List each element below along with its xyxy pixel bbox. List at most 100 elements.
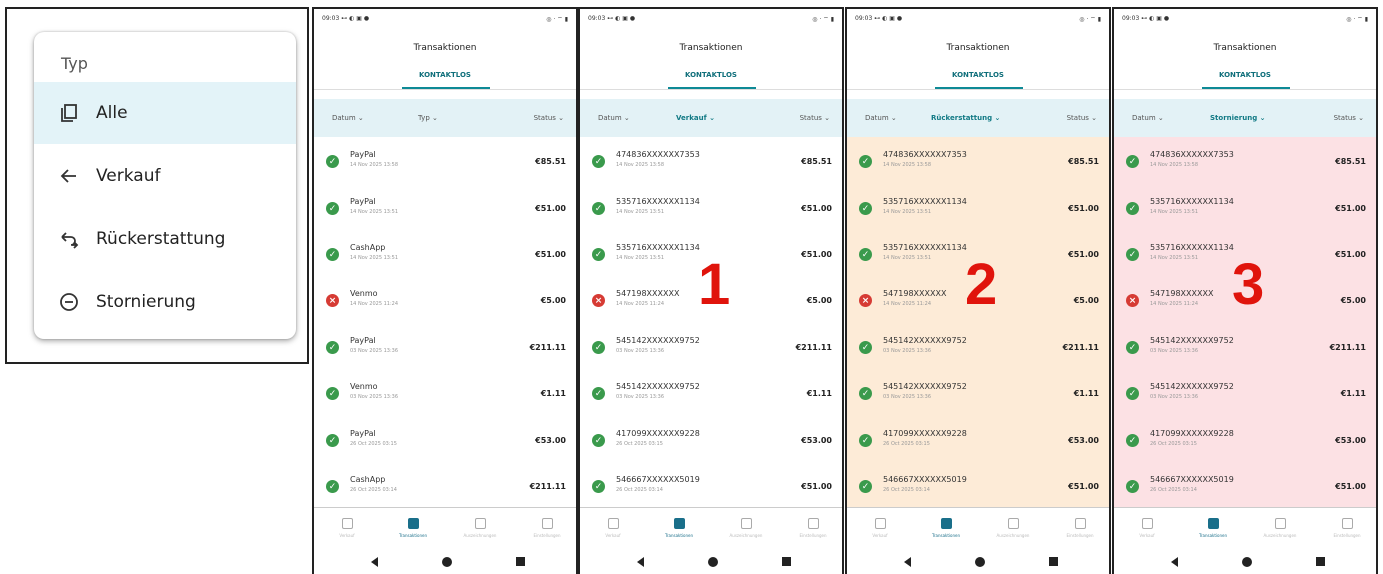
home-icon[interactable] [708,557,718,567]
check-circle-icon: ✓ [859,202,872,215]
check-circle-icon: ✓ [326,341,339,354]
date-filter[interactable]: Datum ⌄ [865,114,897,122]
transaction-row[interactable]: ✓ Venmo 03 Nov 2025 13:36 €1.11 [314,373,576,419]
transaction-date: 14 Nov 2025 11:24 [350,301,399,307]
transaction-row[interactable]: ✓ CashApp 14 Nov 2025 13:51 €51.00 [314,234,576,280]
status-filter[interactable]: Status ⌄ [1067,114,1097,122]
transaction-row[interactable]: ✓ 545142XXXXXX9752 03 Nov 2025 13:36 €1.… [580,373,842,419]
type-filter[interactable]: Typ ⌄ [418,114,438,122]
transaction-row[interactable]: ✓ 417099XXXXXX9228 26 Oct 2025 03:15 €53… [1114,420,1376,466]
transaction-amount: €51.00 [801,250,832,259]
nav-item[interactable]: Auszeichnungen [713,508,779,548]
tab-kontaktlos[interactable]: KONTAKTLOS [314,71,576,79]
transaction-row[interactable]: ✓ 545142XXXXXX9752 03 Nov 2025 13:36 €1.… [847,373,1109,419]
page-title: Transaktionen [413,43,477,53]
transaction-amount: €85.51 [1335,157,1366,166]
transaction-row[interactable]: ✓ PayPal 14 Nov 2025 13:51 €51.00 [314,188,576,234]
tab-kontaktlos[interactable]: KONTAKTLOS [580,71,842,79]
transaction-row[interactable]: ✓ PayPal 14 Nov 2025 13:58 €85.51 [314,141,576,187]
transaction-date: 14 Nov 2025 13:58 [883,162,932,168]
transaction-row[interactable]: ✓ 545142XXXXXX9752 03 Nov 2025 13:36 €21… [1114,327,1376,373]
transaction-date: 26 Oct 2025 03:15 [1150,441,1197,447]
status-bar-left: 09:03 ⊷ ◐ ▣ ● [1122,15,1170,22]
transaction-row[interactable]: ✓ PayPal 26 Oct 2025 03:15 €53.00 [314,420,576,466]
nav-item[interactable]: Einstellungen [514,508,576,548]
date-filter[interactable]: Datum ⌄ [598,114,630,122]
menu-item-stornierung[interactable]: Stornierung [34,271,296,333]
transaction-row[interactable]: ✓ 546667XXXXXX5019 26 Oct 2025 03:14 €51… [580,466,842,512]
nav-item[interactable]: Transaktionen [380,508,446,548]
transaction-row[interactable]: ✓ 535716XXXXXX1134 14 Nov 2025 13:51 €51… [1114,188,1376,234]
type-filter[interactable]: Verkauf ⌄ [676,114,715,122]
transaction-row[interactable]: ✓ 474836XXXXXX7353 14 Nov 2025 13:58 €85… [580,141,842,187]
transaction-row[interactable]: ✓ 474836XXXXXX7353 14 Nov 2025 13:58 €85… [1114,141,1376,187]
back-icon[interactable] [637,557,644,567]
home-icon[interactable] [442,557,452,567]
check-circle-icon: ✓ [326,248,339,261]
nav-item[interactable]: Verkauf [1114,508,1180,548]
home-icon[interactable] [975,557,985,567]
nav-item[interactable]: Transaktionen [913,508,979,548]
transaction-amount: €1.11 [1340,389,1366,398]
transaction-row[interactable]: ✓ 474836XXXXXX7353 14 Nov 2025 13:58 €85… [847,141,1109,187]
recents-icon[interactable] [1316,557,1325,566]
transaction-amount: €5.00 [540,296,566,305]
nav-item[interactable]: Einstellungen [780,508,842,548]
tab-kontaktlos[interactable]: KONTAKTLOS [847,71,1109,79]
status-bar: 09:03 ⊷ ◐ ▣ ● ◎ · ⌔ ▮ [1114,9,1376,31]
nav-item[interactable]: Einstellungen [1314,508,1376,548]
check-circle-icon: ✓ [592,480,605,493]
transaction-date: 14 Nov 2025 13:58 [616,162,665,168]
check-circle-icon: ✓ [1126,480,1139,493]
transaction-name: 535716XXXXXX1134 [883,243,967,252]
type-filter[interactable]: Stornierung ⌄ [1210,114,1266,122]
transaction-row[interactable]: ✓ 545142XXXXXX9752 03 Nov 2025 13:36 €1.… [1114,373,1376,419]
transaction-row[interactable]: ✓ 417099XXXXXX9228 26 Oct 2025 03:15 €53… [847,420,1109,466]
transaction-row[interactable]: ✓ 546667XXXXXX5019 26 Oct 2025 03:14 €51… [1114,466,1376,512]
nav-item[interactable]: Auszeichnungen [1247,508,1313,548]
check-circle-icon: ✓ [592,248,605,261]
transaction-row[interactable]: ✓ 417099XXXXXX9228 26 Oct 2025 03:15 €53… [580,420,842,466]
nav-item[interactable]: Verkauf [847,508,913,548]
date-filter[interactable]: Datum ⌄ [332,114,364,122]
nav-item[interactable]: Transaktionen [1180,508,1246,548]
back-icon[interactable] [1171,557,1178,567]
transaction-date: 03 Nov 2025 13:36 [1150,394,1199,400]
status-filter[interactable]: Status ⌄ [534,114,564,122]
transaction-row[interactable]: ✓ 546667XXXXXX5019 26 Oct 2025 03:14 €51… [847,466,1109,512]
nav-item[interactable]: Verkauf [314,508,380,548]
transaction-row[interactable]: × Venmo 14 Nov 2025 11:24 €5.00 [314,280,576,326]
transaction-row[interactable]: ✓ 545142XXXXXX9752 03 Nov 2025 13:36 €21… [847,327,1109,373]
recents-icon[interactable] [516,557,525,566]
back-icon[interactable] [371,557,378,567]
recents-icon[interactable] [782,557,791,566]
tab-kontaktlos[interactable]: KONTAKTLOS [1114,71,1376,79]
menu-item-alle[interactable]: Alle [34,82,296,144]
transaction-row[interactable]: ✓ PayPal 03 Nov 2025 13:36 €211.11 [314,327,576,373]
transaction-name: 535716XXXXXX1134 [1150,243,1234,252]
menu-item-verkauf[interactable]: Verkauf [34,145,296,207]
menu-item-rueckerstattung[interactable]: Rückerstattung [34,208,296,270]
date-filter[interactable]: Datum ⌄ [1132,114,1164,122]
status-filter[interactable]: Status ⌄ [1334,114,1364,122]
transaction-row[interactable]: ✓ 535716XXXXXX1134 14 Nov 2025 13:51 €51… [847,188,1109,234]
transaction-date: 03 Nov 2025 13:36 [350,348,399,354]
nav-item[interactable]: Verkauf [580,508,646,548]
recents-icon[interactable] [1049,557,1058,566]
transaction-row[interactable]: ✓ 535716XXXXXX1134 14 Nov 2025 13:51 €51… [580,188,842,234]
transaction-date: 26 Oct 2025 03:14 [616,487,663,493]
transaction-row[interactable]: ✓ CashApp 26 Oct 2025 03:14 €211.11 [314,466,576,512]
status-bar-right: ◎ · ⌔ ▮ [1346,16,1368,23]
nav-item[interactable]: Einstellungen [1047,508,1109,548]
nav-item[interactable]: Auszeichnungen [447,508,513,548]
check-circle-icon: ✓ [592,387,605,400]
transaction-row[interactable]: ✓ 545142XXXXXX9752 03 Nov 2025 13:36 €21… [580,327,842,373]
back-icon[interactable] [904,557,911,567]
transaction-amount: €1.11 [540,389,566,398]
nav-item[interactable]: Transaktionen [646,508,712,548]
home-icon[interactable] [1242,557,1252,567]
nav-item[interactable]: Auszeichnungen [980,508,1046,548]
type-filter[interactable]: Rückerstattung ⌄ [931,114,1000,122]
transaction-name: 547198XXXXXX [883,289,947,298]
status-filter[interactable]: Status ⌄ [800,114,830,122]
